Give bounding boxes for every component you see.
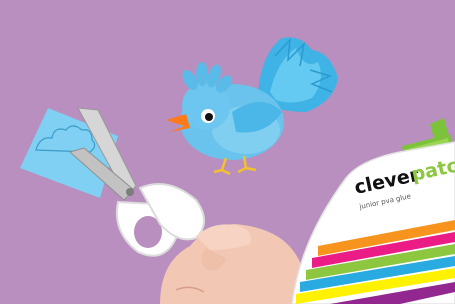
craft-photo: clever patch junior pva glue <box>0 0 455 304</box>
photo-canvas: clever patch junior pva glue <box>0 0 455 304</box>
